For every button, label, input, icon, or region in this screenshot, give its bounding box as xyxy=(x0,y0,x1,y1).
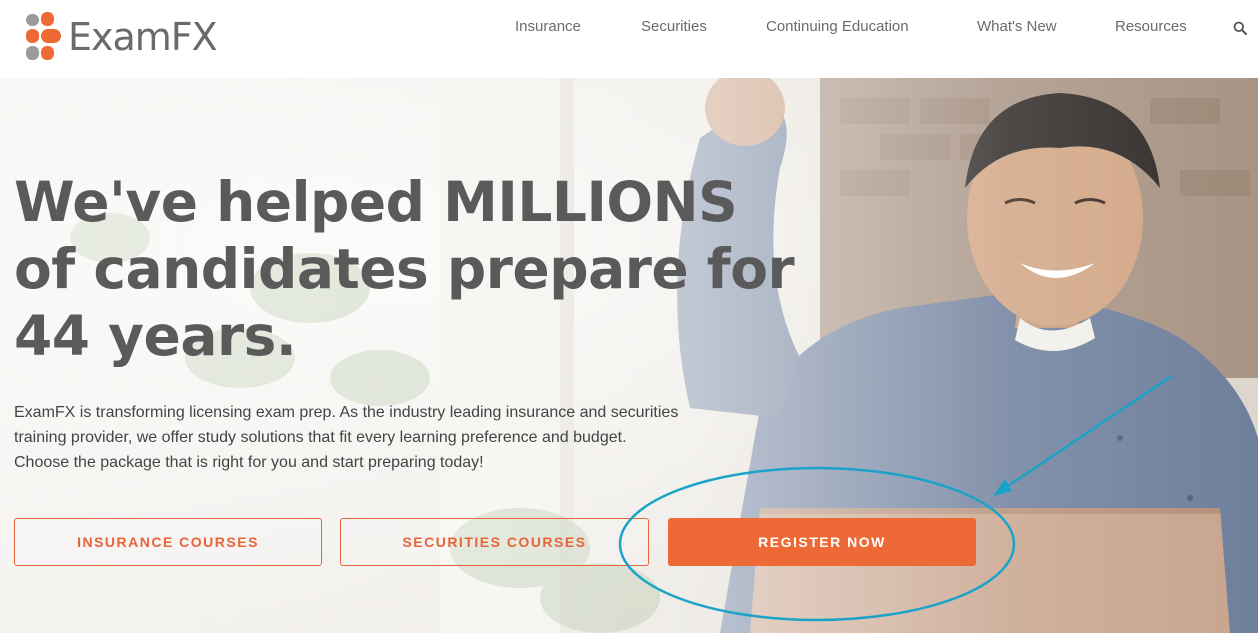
site-header: ExamFX Insurance Securities Continuing E… xyxy=(0,0,1258,78)
nav-continuing-education[interactable]: Continuing Education xyxy=(766,18,909,35)
hero-intro-text: ExamFX is transforming licensing exam pr… xyxy=(14,400,814,475)
hero-section: We've helped MILLIONS of candidates prep… xyxy=(0,78,1258,633)
logo-text: ExamFX xyxy=(68,15,218,59)
headline-line-1: We've helped MILLIONS xyxy=(14,170,738,234)
logo-mark-icon xyxy=(26,12,61,60)
intro-line-3: Choose the package that is right for you… xyxy=(14,454,484,471)
search-icon[interactable] xyxy=(1233,21,1247,35)
register-now-button[interactable]: REGISTER NOW xyxy=(668,518,976,566)
nav-securities[interactable]: Securities xyxy=(641,18,707,35)
insurance-courses-button[interactable]: INSURANCE COURSES xyxy=(14,518,322,566)
nav-insurance[interactable]: Insurance xyxy=(515,18,581,35)
hero-headline: We've helped MILLIONS of candidates prep… xyxy=(14,169,795,370)
securities-courses-button[interactable]: SECURITIES COURSES xyxy=(340,518,649,566)
intro-line-2: training provider, we offer study soluti… xyxy=(14,429,627,446)
headline-line-2: of candidates prepare for xyxy=(14,237,795,301)
page: ExamFX Insurance Securities Continuing E… xyxy=(0,0,1258,633)
examfx-logo[interactable]: ExamFX xyxy=(24,10,218,64)
nav-whats-new[interactable]: What's New xyxy=(977,18,1057,35)
intro-line-1: ExamFX is transforming licensing exam pr… xyxy=(14,404,679,421)
headline-line-3: 44 years. xyxy=(14,304,297,368)
nav-resources[interactable]: Resources xyxy=(1115,18,1187,35)
